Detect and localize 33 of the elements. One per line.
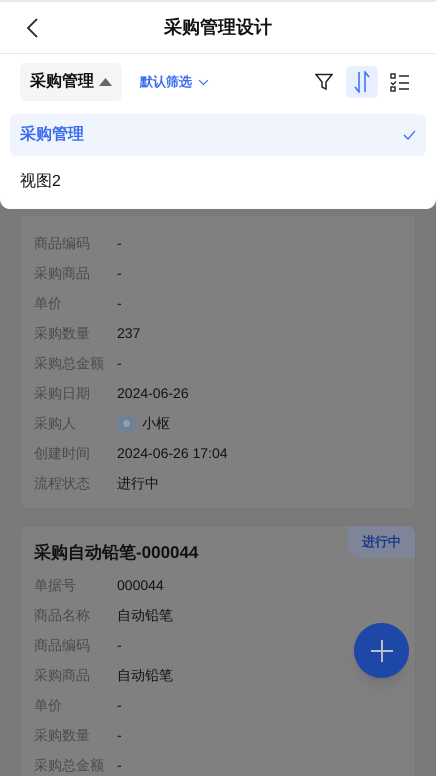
field-value: -: [117, 234, 122, 252]
field-value: 2024-06-26: [117, 384, 189, 402]
field-value: 小枢: [142, 414, 170, 432]
view-option[interactable]: 采购管理: [10, 114, 426, 156]
avatar-icon: [117, 414, 136, 432]
caret-up-icon: [99, 78, 112, 86]
field-value: 000044: [117, 576, 164, 594]
sort-arrows-icon: [354, 71, 370, 93]
sort-button[interactable]: [346, 66, 378, 98]
field-value: -: [117, 726, 122, 744]
chevron-down-icon: [198, 78, 209, 86]
status-badge: 进行中: [348, 526, 415, 558]
page-title: 采购管理设计: [164, 16, 272, 39]
field-value: -: [117, 264, 122, 282]
field-value: -: [117, 294, 122, 312]
field-value: -: [117, 696, 122, 714]
field-value: 自动铅笔: [117, 666, 173, 684]
view-selector[interactable]: 采购管理: [20, 63, 122, 101]
field-value: -: [117, 636, 122, 654]
card-title: 采购自动铅笔-000044: [34, 542, 198, 564]
field-value: 2024-06-26 17:04: [117, 444, 228, 462]
view-option[interactable]: 视图2: [10, 161, 426, 203]
field-value: -: [117, 756, 122, 774]
back-icon: [26, 18, 38, 38]
field-value: 237: [117, 324, 140, 342]
check-icon: [403, 130, 416, 140]
filter-selector[interactable]: 默认筛选: [140, 72, 209, 92]
funnel-icon: [315, 73, 333, 91]
checklist-icon: [390, 72, 410, 92]
field-value: -: [117, 354, 122, 372]
plus-icon: [370, 638, 394, 662]
field-value: 进行中: [117, 474, 159, 492]
field-value: 自动铅笔: [117, 606, 173, 624]
